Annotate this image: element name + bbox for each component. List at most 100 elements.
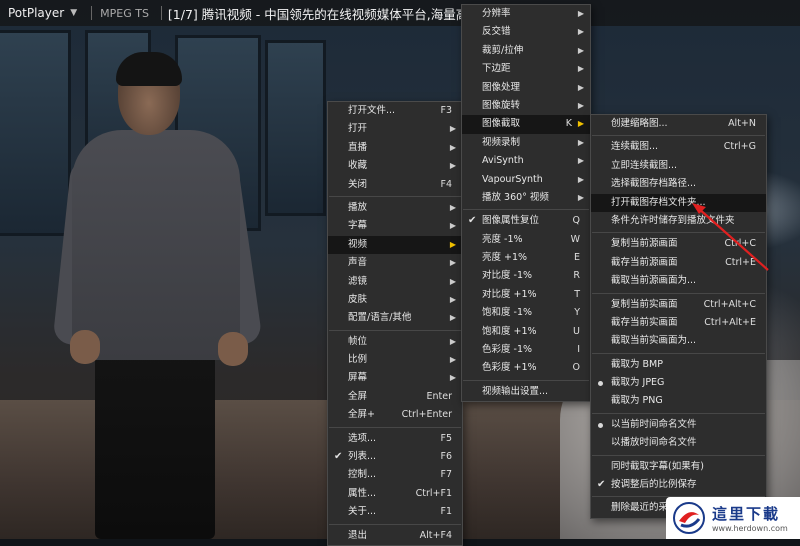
menu-item-label: 连续截图... <box>611 141 659 153</box>
menu-item[interactable]: 截取为 BMP <box>591 356 766 374</box>
menu-item[interactable]: VapourSynth ▶ <box>462 171 590 189</box>
menu-item[interactable]: ✔ 列表... F6 <box>328 448 462 466</box>
main-context-menu: 打开文件... F3 打开 ▶ 直播 ▶ 收藏 ▶ 关闭 F4 播放 ▶ 字幕 ▶ 视频 ▶ 声音 ▶ 滤镜 ▶ 皮肤 ▶… <box>327 101 463 546</box>
menu-item-label: 字幕 <box>348 220 368 232</box>
menu-item[interactable]: 视频 ▶ <box>328 235 462 255</box>
menu-item[interactable]: 亮度 -1% W <box>462 231 590 249</box>
submenu-arrow-icon: ▶ <box>577 64 584 74</box>
menu-item[interactable]: 视频录制 ▶ <box>462 134 590 152</box>
menu-item[interactable]: 属性... Ctrl+F1 <box>328 485 462 503</box>
menu-item[interactable]: ✔ 图像属性复位 Q <box>462 212 590 230</box>
menu-item[interactable]: 饱和度 -1% Y <box>462 304 590 322</box>
menu-item[interactable]: 全屏+ Ctrl+Enter <box>328 406 462 424</box>
menu-item[interactable]: 截取当前实画面为... <box>591 332 766 350</box>
app-name[interactable]: PotPlayer <box>0 6 70 20</box>
menu-item[interactable]: 复制当前源画面 Ctrl+C <box>591 235 766 253</box>
menu-item[interactable]: 条件允许时储存到播放文件夹 <box>591 212 766 230</box>
person-shirt <box>72 130 240 360</box>
menu-item[interactable]: 全屏 Enter <box>328 388 462 406</box>
submenu-arrow-icon: ▶ <box>449 221 456 231</box>
menu-item[interactable]: 播放 ▶ <box>328 199 462 217</box>
video-submenu: 分辨率 ▶ 反交错 ▶ 裁剪/拉伸 ▶ 下边距 ▶ 图像处理 ▶ 图像旋转 ▶ 图像截取 K ▶ 视频录制 ▶ A… <box>461 4 591 403</box>
menu-item[interactable]: 裁剪/拉伸 ▶ <box>462 42 590 60</box>
menu-item[interactable]: 截取为 JPEG <box>591 374 766 392</box>
menu-item[interactable]: 反交错 ▶ <box>462 23 590 41</box>
menu-item-shortcut: O <box>572 362 580 374</box>
menu-item[interactable]: 下边距 ▶ <box>462 60 590 78</box>
submenu-arrow-icon: ▶ <box>449 373 456 383</box>
menu-item[interactable]: 控制... F7 <box>328 466 462 484</box>
submenu-arrow-icon: ▶ <box>577 82 584 92</box>
menu-item[interactable]: 选项... F5 <box>328 430 462 448</box>
menu-item-shortcut: Alt+F4 <box>419 529 452 541</box>
menu-item[interactable]: 色彩度 -1% I <box>462 341 590 359</box>
menu-item[interactable]: 打开文件... F3 <box>328 102 462 120</box>
menu-item[interactable]: 皮肤 ▶ <box>328 291 462 309</box>
menu-item[interactable]: 同时截取字幕(如果有) <box>591 458 766 476</box>
chevron-down-icon[interactable]: ▼ <box>70 8 77 18</box>
menu-item-shortcut: Ctrl+C <box>724 238 757 250</box>
menu-item-label: 属性... <box>348 487 377 499</box>
menu-item-label: 以当前时间命名文件 <box>611 418 697 430</box>
menu-item[interactable]: AviSynth ▶ <box>462 152 590 170</box>
menu-item[interactable]: 截取为 PNG <box>591 392 766 410</box>
menu-item[interactable]: 选择截图存档路径... <box>591 175 766 193</box>
menu-item[interactable]: 比例 ▶ <box>328 351 462 369</box>
menu-item[interactable]: 截存当前源画面 Ctrl+E <box>591 254 766 272</box>
menu-item-label: 截存当前实画面 <box>611 316 678 328</box>
menu-item-shortcut: W <box>570 233 580 245</box>
menu-item[interactable]: 连续截图... Ctrl+G <box>591 138 766 156</box>
menu-item[interactable]: 色彩度 +1% O <box>462 359 590 377</box>
menu-item[interactable]: 以当前时间命名文件 <box>591 416 766 434</box>
menu-item-label: 饱和度 +1% <box>482 325 537 337</box>
menu-item-shortcut: F6 <box>440 451 452 463</box>
menu-item[interactable]: 创建缩略图... Alt+N <box>591 115 766 133</box>
menu-item-label: 截存当前源画面 <box>611 256 678 268</box>
menu-item-shortcut: Ctrl+G <box>723 141 756 153</box>
radio-dot-icon <box>598 381 603 387</box>
menu-item[interactable]: 帧位 ▶ <box>328 333 462 351</box>
menu-item-shortcut: F4 <box>440 178 452 190</box>
submenu-arrow-icon: ▶ <box>449 294 456 304</box>
menu-item[interactable]: 图像旋转 ▶ <box>462 97 590 115</box>
menu-item-label: 亮度 -1% <box>482 233 523 245</box>
menu-item[interactable]: 图像处理 ▶ <box>462 79 590 97</box>
menu-item[interactable]: 字幕 ▶ <box>328 217 462 235</box>
person-hand <box>218 332 248 366</box>
menu-item[interactable]: 亮度 +1% E <box>462 249 590 267</box>
watermark-name: 這里下載 <box>712 505 781 523</box>
menu-item-shortcut: Alt+N <box>728 118 756 129</box>
menu-item-shortcut: U <box>573 325 580 337</box>
menu-item[interactable]: 对比度 +1% T <box>462 286 590 304</box>
menu-separator <box>592 454 765 456</box>
menu-item[interactable]: 复制当前实画面 Ctrl+Alt+C <box>591 296 766 314</box>
menu-item[interactable]: 截取当前源画面为... <box>591 272 766 290</box>
menu-item[interactable]: 收藏 ▶ <box>328 157 462 175</box>
submenu-arrow-icon: ▶ <box>449 124 456 134</box>
menu-item[interactable]: 关闭 F4 <box>328 176 462 194</box>
menu-item[interactable]: 屏幕 ▶ <box>328 369 462 387</box>
menu-item[interactable]: 打开截图存档文件夹... <box>591 193 766 212</box>
menu-item[interactable]: 对比度 -1% R <box>462 267 590 285</box>
menu-item[interactable]: 退出 Alt+F4 <box>328 527 462 545</box>
menu-item[interactable]: 图像截取 K ▶ <box>462 115 590 134</box>
submenu-arrow-icon: ▶ <box>577 45 584 55</box>
menu-item[interactable]: 打开 ▶ <box>328 120 462 138</box>
menu-item[interactable]: 以播放时间命名文件 <box>591 434 766 452</box>
menu-item[interactable]: 滤镜 ▶ <box>328 273 462 291</box>
menu-item[interactable]: 视频输出设置... <box>462 383 590 401</box>
person-hair <box>116 52 182 86</box>
menu-item[interactable]: 播放 360° 视频 ▶ <box>462 189 590 207</box>
title-bar[interactable]: PotPlayer ▼ MPEG TS [1/7] 腾讯视频 - 中国领先的在线… <box>0 0 800 26</box>
menu-item[interactable]: ✔ 按调整后的比例保存 <box>591 476 766 494</box>
menu-item[interactable]: 截存当前实画面 Ctrl+Alt+E <box>591 314 766 332</box>
menu-item[interactable]: 声音 ▶ <box>328 254 462 272</box>
menu-item[interactable]: 配置/语言/其他 ▶ <box>328 309 462 327</box>
menu-item[interactable]: 饱和度 +1% U <box>462 323 590 341</box>
menu-item[interactable]: 关于... F1 <box>328 503 462 521</box>
menu-item-label: 截取当前源画面为... <box>611 275 697 287</box>
menu-item-label: 视频输出设置... <box>482 385 549 397</box>
menu-item[interactable]: 分辨率 ▶ <box>462 5 590 23</box>
menu-item[interactable]: 直播 ▶ <box>328 139 462 157</box>
menu-item[interactable]: 立即连续截图... <box>591 157 766 175</box>
